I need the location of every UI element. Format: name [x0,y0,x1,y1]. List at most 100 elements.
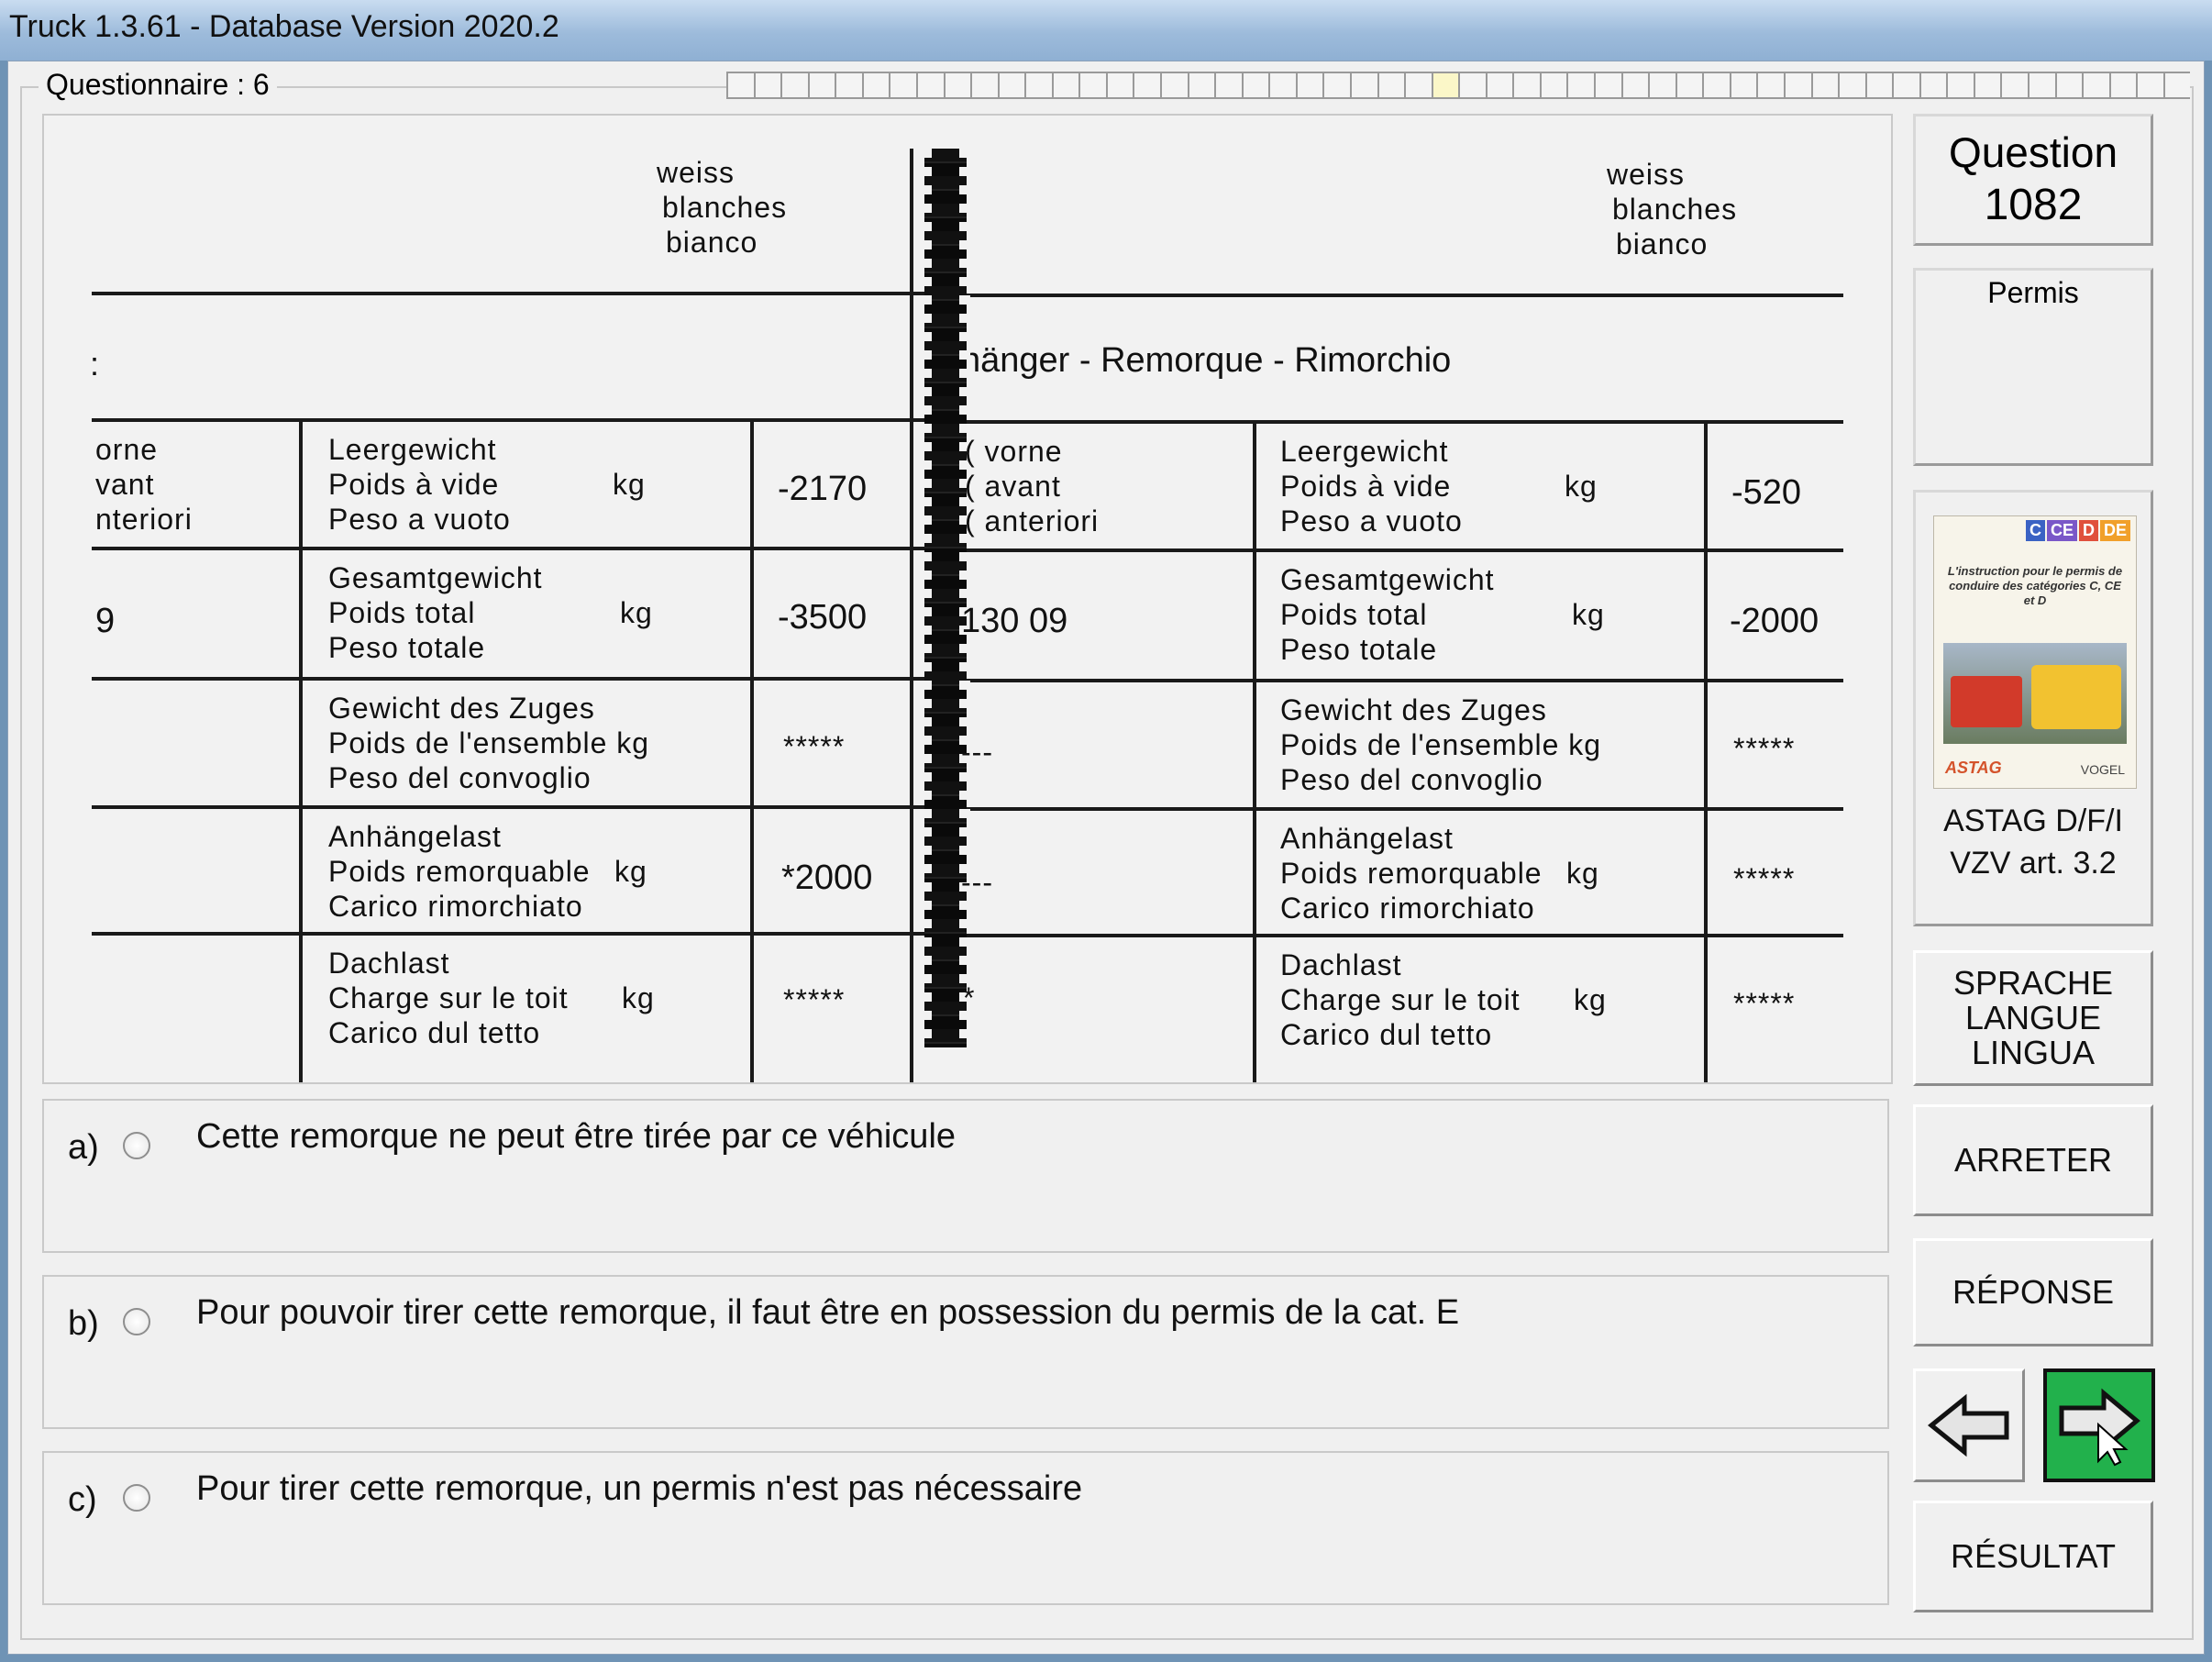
row1-value-left: -2170 [778,470,868,508]
progress-cell [2054,72,2083,99]
row5-label-de: Dachlast [328,947,450,980]
row1-label-fr-right: Poids à vide [1280,470,1452,503]
row4-value-left: *2000 [781,859,873,897]
badge: CE [2046,520,2077,541]
row3-label-de-right: Gewicht des Zuges [1280,693,1547,726]
result-button[interactable]: RÉSULTAT [1913,1501,2153,1612]
progress-cell [1377,72,1405,99]
header-color-fr-left: blanches [662,191,788,224]
progress-cell [2028,72,2055,99]
row4-right-fragment: --- [961,866,993,899]
progress-cell [726,72,754,99]
question-number: 1082 [1984,181,2083,229]
row1-left-fragment: vant [95,468,155,501]
row2-value-right: -2000 [1730,602,1819,640]
progress-cell [807,72,835,99]
language-button[interactable]: SPRACHE LANGUE LINGUA [1913,950,2153,1086]
row3-value-right: ***** [1733,732,1796,765]
language-label-de: SPRACHE [1952,964,2114,1002]
row2-unit-left: kg [620,596,653,629]
row4-label-de-right: Anhängelast [1280,822,1454,855]
badge: D [2078,520,2098,541]
row5-unit-left: kg [622,981,655,1014]
answer-button[interactable]: RÉPONSE [1913,1238,2153,1346]
progress-cell [1485,72,1513,99]
row4-label-fr: Poids remorquable [328,855,591,888]
row5-label-fr: Charge sur le toit [328,981,569,1014]
progress-cell [1919,72,1947,99]
trailer-title: hänger - Remorque - Rimorchio [961,341,1452,380]
row5-value-left: ***** [783,983,846,1016]
progress-cell [1783,72,1811,99]
row3-label-fr-right: Poids de l'ensemble kg [1280,728,1602,761]
answer-option-b[interactable]: b) Pour pouvoir tirer cette remorque, il… [42,1275,1889,1429]
progress-cell [1458,72,1486,99]
header-divider-right [961,294,1843,297]
publisher-logo: ASTAG [1945,759,2002,777]
progress-cell [997,72,1025,99]
answer-letter: b) [68,1304,99,1343]
row1-left-fragment: nteriori [95,503,193,536]
stop-button[interactable]: ARRETER [1913,1104,2153,1216]
progress-cell [1973,72,2001,99]
row1-value-right: -520 [1731,473,1802,512]
row3-label-fr: Poids de l'ensemble kg [328,726,650,759]
progress-cell [1864,72,1893,99]
row3-label-it: Peso del convoglio [328,761,592,794]
answer-letter: a) [68,1128,99,1167]
header-color-it-left: bianco [666,226,758,259]
row5-right-fragment: * [963,981,976,1014]
row4-label-fr-right: Poids remorquable [1280,857,1543,890]
row2-label-de: Gesamtgewicht [328,561,543,594]
progress-cell [2082,72,2109,99]
row2-label-it: Peso totale [328,631,486,664]
row4-label-it-right: Carico rimorchiato [1280,892,1535,925]
row5-label-it-right: Carico dul tetto [1280,1018,1493,1051]
row3-label-it-right: Peso del convoglio [1280,763,1543,796]
progress-cell [753,72,781,99]
answer-text: Cette remorque ne peut être tirée par ce… [196,1117,957,1156]
row2-label-de-right: Gesamtgewicht [1280,563,1495,596]
arrow-right-icon [2059,1388,2140,1467]
textbook-cover: C CE D DE L'instruction pour le permis d… [1933,515,2137,789]
progress-cell [1620,72,1649,99]
window-title: Truck 1.3.61 - Database Version 2020.2 [9,9,559,44]
next-button[interactable] [2043,1368,2155,1482]
arrow-left-icon [1928,1393,2009,1457]
progress-cell [2136,72,2163,99]
answer-b-radio[interactable] [123,1308,150,1335]
row1-right-fragment: ( anteriori [965,504,1100,537]
answer-option-c[interactable]: c) Pour tirer cette remorque, un permis … [42,1451,1889,1605]
progress-cell [1024,72,1052,99]
progress-cell [1675,72,1703,99]
row1-unit-right: kg [1565,470,1598,503]
progress-cell [861,72,890,99]
row5-value-right: ***** [1733,987,1796,1020]
progress-cell [1268,72,1296,99]
header-color-fr-right: blanches [1612,193,1738,226]
answer-a-radio[interactable] [123,1132,150,1159]
row5-label-de-right: Dachlast [1280,948,1402,981]
header-color-de-left: weiss [657,156,735,189]
progress-cell [1322,72,1350,99]
previous-button[interactable] [1913,1368,2025,1482]
truck-photo [1943,643,2127,744]
question-progress [726,72,2191,99]
progress-cell [1404,72,1432,99]
header-color-de-right: weiss [1607,158,1686,191]
row3-label-de: Gewicht des Zuges [328,692,595,725]
progress-cell [915,72,944,99]
row1-label-it: Peso a vuoto [328,503,511,536]
progress-cell [1051,72,1079,99]
row1-label-de: Leergewicht [328,433,497,466]
answer-c-radio[interactable] [123,1484,150,1512]
answer-letter: c) [68,1480,97,1519]
row4-unit-right: kg [1566,857,1599,890]
badge: DE [2099,520,2130,541]
questionnaire-label: Questionnaire : 6 [39,68,277,102]
progress-cell [1295,72,1323,99]
publisher-logo: VOGEL [2080,762,2125,777]
row2-left-fragment: 9 [95,602,116,640]
answer-option-a[interactable]: a) Cette remorque ne peut être tirée par… [42,1099,1889,1253]
progress-cell [1566,72,1594,99]
